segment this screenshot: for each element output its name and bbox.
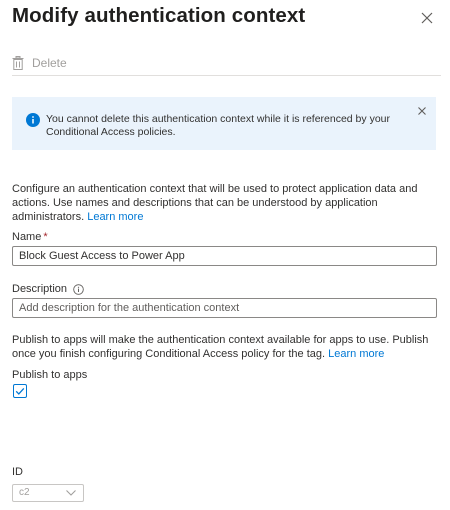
delete-button[interactable]: Delete (12, 56, 67, 70)
publish-checkbox-label: Publish to apps (12, 369, 88, 381)
info-circle-icon[interactable] (73, 283, 84, 295)
panel-title: Modify authentication context (12, 4, 306, 27)
close-icon (421, 12, 433, 24)
delete-button-label: Delete (32, 56, 67, 70)
publish-description: Publish to apps will make the authentica… (12, 333, 438, 361)
required-marker: * (43, 231, 48, 243)
publish-label-row: Publish to apps (12, 369, 87, 381)
publish-to-apps-checkbox[interactable] (13, 384, 27, 398)
id-dropdown[interactable]: c2 (12, 484, 84, 502)
trash-icon (12, 56, 24, 70)
panel-description: Configure an authentication context that… (12, 182, 438, 224)
description-text: Configure an authentication context that… (12, 183, 418, 223)
publish-learn-more-link[interactable]: Learn more (328, 348, 384, 360)
learn-more-link[interactable]: Learn more (87, 211, 143, 223)
info-icon (26, 113, 40, 127)
chevron-down-icon (66, 490, 76, 496)
dismiss-icon[interactable] (416, 105, 428, 117)
id-value: c2 (19, 487, 30, 498)
description-input[interactable] (12, 298, 437, 318)
description-label: Description (12, 283, 68, 295)
modify-auth-context-panel: Modify authentication context Delete You… (0, 0, 450, 510)
description-label-row: Description (12, 283, 84, 295)
close-button[interactable] (417, 8, 437, 28)
toolbar-divider (12, 75, 441, 76)
command-bar: Delete (12, 52, 67, 74)
name-label-row: Name * (12, 231, 48, 243)
name-input[interactable] (12, 246, 437, 266)
info-message-bar: You cannot delete this authentication co… (12, 97, 436, 150)
id-label-row: ID (12, 466, 23, 478)
checkmark-icon (15, 387, 25, 395)
info-message-text: You cannot delete this authentication co… (46, 113, 390, 138)
name-label: Name (12, 231, 42, 243)
id-label: ID (12, 466, 23, 478)
